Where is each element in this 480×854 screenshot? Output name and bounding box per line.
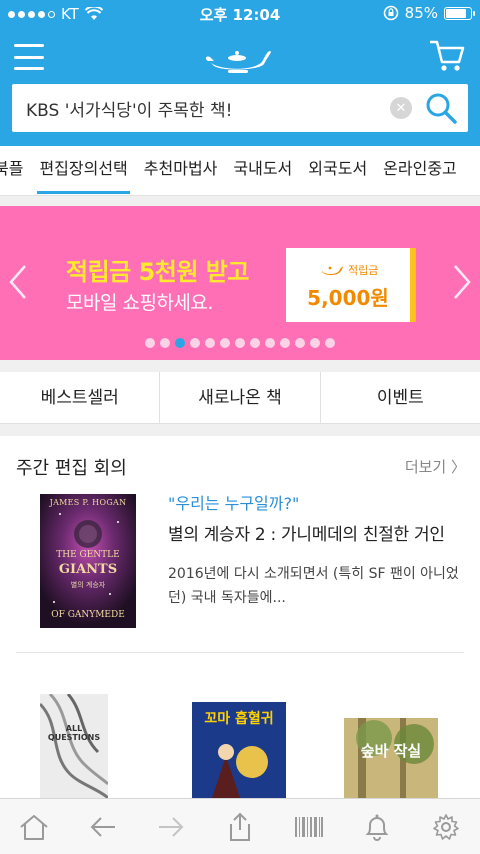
banner-dot[interactable] <box>310 338 320 348</box>
banner-dot[interactable] <box>145 338 155 348</box>
book-cover-thumbnail[interactable]: 꼬마 흡혈귀 <box>192 702 286 798</box>
banner-dot[interactable] <box>295 338 305 348</box>
quick-nav-item[interactable]: 새로나온 책 <box>160 372 321 423</box>
category-tabs: 북플편집장의선택추천마법사국내도서외국도서온라인중고 <box>0 146 480 196</box>
more-link[interactable]: 더보기 〉 <box>405 456 466 477</box>
section-gap <box>0 196 480 206</box>
banner-dot[interactable] <box>235 338 245 348</box>
app-header: ✕ <box>0 28 480 146</box>
quick-nav-item[interactable]: 베스트셀러 <box>0 372 161 423</box>
thumbnail-text: 꼬마 흡혈귀 <box>204 711 274 727</box>
cover-title-line3: OF GANYMEDE <box>51 610 125 620</box>
share-icon[interactable] <box>220 807 260 847</box>
promo-banner[interactable]: 적립금 5천원 받고 모바일 쇼핑하세요. 적립금 5,000원 <box>0 206 480 360</box>
clear-icon[interactable]: ✕ <box>390 97 412 119</box>
section-gap <box>0 360 480 372</box>
category-tab[interactable]: 추천마법사 <box>136 146 226 195</box>
category-tab[interactable]: 국내도서 <box>225 146 300 195</box>
banner-pagination <box>0 338 480 348</box>
section-gap <box>0 424 480 436</box>
nebula-art <box>40 494 136 628</box>
genie-lamp-logo[interactable] <box>204 40 276 76</box>
quick-nav: 베스트셀러 새로나온 책 이벤트 <box>0 372 480 424</box>
banner-dot[interactable] <box>220 338 230 348</box>
home-icon[interactable] <box>14 807 54 847</box>
category-tab[interactable]: 온라인중고 <box>375 146 465 195</box>
book-cover-thumbnail[interactable]: ALL QUESTIONS <box>40 694 108 798</box>
category-tab[interactable]: 북플 <box>0 146 31 195</box>
category-tab[interactable]: 외국도서 <box>300 146 375 195</box>
book-description: 2016년에 다시 소개되면서 (특히 SF 팬이 아니었던) 국내 독자들에.… <box>168 566 459 606</box>
search-box: ✕ <box>12 84 468 132</box>
divider <box>16 652 464 653</box>
search-input[interactable] <box>12 85 390 131</box>
banner-dot[interactable] <box>250 338 260 348</box>
thumbnail-text: 숲바 작실 <box>360 742 422 760</box>
bottom-toolbar <box>0 798 480 854</box>
status-bar: KT 오후 12:04 85% <box>0 0 480 28</box>
cover-author: JAMES P. HOGAN <box>49 498 127 507</box>
book-title[interactable]: 별의 계승자 2 : 가니메데의 친절한 거인 <box>168 520 468 545</box>
banner-dot[interactable] <box>160 338 170 348</box>
swirl-art <box>40 694 108 798</box>
banner-next-icon[interactable] <box>452 264 472 300</box>
search-icon[interactable] <box>424 91 458 125</box>
settings-icon[interactable] <box>426 807 466 847</box>
point-label: 적립금 <box>348 264 379 277</box>
bell-icon[interactable] <box>357 807 397 847</box>
battery-icon <box>444 6 475 20</box>
cart-icon[interactable] <box>428 38 466 74</box>
cover-title-line2: GIANTS <box>58 562 118 577</box>
menu-icon[interactable] <box>14 44 44 70</box>
thumbnail-text: ALL QUESTIONS <box>47 724 101 742</box>
status-right: 85% <box>383 4 475 22</box>
forward-icon[interactable] <box>151 807 191 847</box>
battery-percent: 85% <box>404 4 438 22</box>
point-lamp-icon <box>322 266 343 276</box>
battery-fill <box>446 8 467 18</box>
point-card: 적립금 5,000원 <box>286 248 416 322</box>
point-card-top: 적립금 <box>320 262 378 278</box>
banner-dot[interactable] <box>205 338 215 348</box>
book-cover-thumbnail[interactable]: 숲바 작실 <box>344 718 438 798</box>
banner-headline: 적립금 5천원 받고 <box>66 258 249 286</box>
banner-dot[interactable] <box>325 338 335 348</box>
back-icon[interactable] <box>83 807 123 847</box>
barcode-icon[interactable] <box>289 807 329 847</box>
book-quote[interactable]: "우리는 누구일까?" <box>168 490 299 514</box>
banner-dot[interactable] <box>280 338 290 348</box>
point-value: 5,000원 <box>307 286 389 310</box>
featured-book-cover[interactable]: JAMES P. HOGAN THE GENTLE GIANTS 별의 계승자 … <box>40 494 136 628</box>
banner-dot[interactable] <box>175 338 185 348</box>
cover-korean-title: 별의 계승자 <box>70 581 106 589</box>
quick-nav-item[interactable]: 이벤트 <box>321 372 480 423</box>
banner-subtitle: 모바일 쇼핑하세요. <box>66 292 213 314</box>
banner-prev-icon[interactable] <box>8 264 28 300</box>
rotation-lock-icon <box>383 5 398 21</box>
category-track: 북플편집장의선택추천마법사국내도서외국도서온라인중고 <box>0 146 465 195</box>
banner-dot[interactable] <box>190 338 200 348</box>
banner-dot[interactable] <box>265 338 275 348</box>
category-tab[interactable]: 편집장의선택 <box>31 146 135 195</box>
section-title: 주간 편집 회의 <box>16 458 127 479</box>
cover-title-line1: THE GENTLE <box>56 550 120 560</box>
